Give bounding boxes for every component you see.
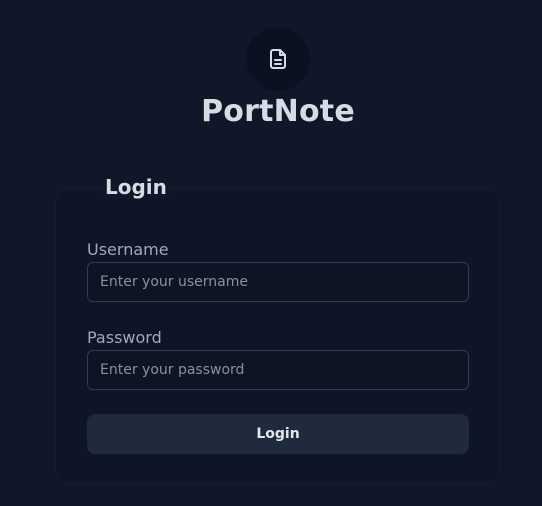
login-card-title: Login bbox=[103, 175, 169, 199]
login-button[interactable]: Login bbox=[87, 414, 469, 454]
password-label: Password bbox=[87, 328, 162, 347]
file-text-icon bbox=[266, 47, 290, 71]
username-input[interactable] bbox=[87, 262, 469, 302]
logo bbox=[246, 27, 310, 91]
password-input[interactable] bbox=[87, 350, 469, 390]
app-title: PortNote bbox=[201, 94, 355, 129]
login-page: PortNote Login Username Password Login bbox=[0, 0, 542, 506]
username-label: Username bbox=[87, 240, 169, 259]
